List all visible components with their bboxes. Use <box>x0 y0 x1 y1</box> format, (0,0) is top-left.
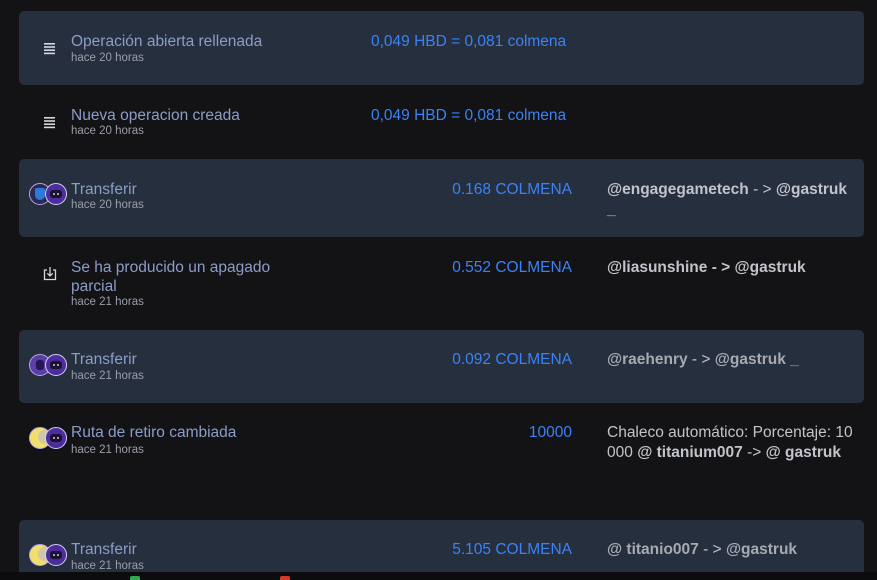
history-row: Transferir hace 21 horas 5.105 COLMENA @… <box>19 520 864 580</box>
from-account-link[interactable]: @engagegametech <box>607 181 749 198</box>
row-amount: 0,049 HBD = 0,081 colmena <box>371 107 567 124</box>
history-row: Ruta de retiro cambiada hace 21 horas 10… <box>19 403 864 520</box>
arrow-text: - > <box>703 541 722 558</box>
power-down-icon <box>43 266 57 281</box>
row-avatars <box>23 544 67 574</box>
arrow-text: -> <box>747 443 762 461</box>
to-account-link[interactable]: @ gastruk <box>766 444 841 461</box>
from-account-link[interactable]: @liasunshine <box>607 259 707 276</box>
arrow-text: - > <box>711 259 731 276</box>
to-account-link[interactable]: @gastruk <box>735 259 806 276</box>
row-detail: @liasunshine - > @gastruk <box>607 258 855 278</box>
row-title: Se ha producido un apagado parcial <box>71 259 271 295</box>
receiver-avatar[interactable] <box>45 354 67 376</box>
row-detail: @engagegametech - > @gastruk _ <box>607 180 855 219</box>
from-account-link[interactable]: @ titanio007 <box>607 541 699 558</box>
row-amount: 5.105 COLMENA <box>452 541 572 558</box>
row-avatars <box>23 354 67 384</box>
row-avatars <box>23 183 67 213</box>
order-list-icon <box>43 115 57 129</box>
row-icon-slot <box>23 107 67 137</box>
row-time: hace 20 horas <box>71 52 144 64</box>
row-title: Transferir <box>71 541 137 558</box>
order-list-icon <box>43 41 57 55</box>
history-row: Transferir hace 20 horas 0.168 COLMENA @… <box>19 159 864 237</box>
row-title: Operación abierta rellenada <box>71 33 263 50</box>
history-row: Transferir hace 21 horas 0.092 COLMENA @… <box>19 330 864 403</box>
row-title: Nueva operacion creada <box>71 107 240 124</box>
receiver-avatar[interactable] <box>45 427 67 449</box>
row-time: hace 20 horas <box>71 199 144 211</box>
arrow-text: - > <box>753 181 772 198</box>
row-time: hace 21 horas <box>71 370 144 382</box>
row-detail: Chaleco automático: Porcentaje: 10000 @ … <box>607 423 855 462</box>
to-account-link[interactable]: @gastruk _ <box>715 351 799 368</box>
from-account-link[interactable]: @raehenry <box>607 351 688 368</box>
row-amount: 0.092 COLMENA <box>452 351 572 368</box>
row-title: Transferir <box>71 351 137 368</box>
row-detail: @raehenry - > @gastruk _ <box>607 350 855 370</box>
receiver-avatar[interactable] <box>45 183 67 205</box>
row-detail: @ titanio007 - > @gastruk <box>607 540 855 560</box>
from-account-link[interactable]: @ titanium007 <box>637 444 743 461</box>
row-title: Ruta de retiro cambiada <box>71 424 237 441</box>
arrow-text: - > <box>691 351 711 368</box>
row-amount: 0.552 COLMENA <box>452 259 572 276</box>
row-amount: 10000 <box>528 424 572 441</box>
row-title: Transferir <box>71 181 137 198</box>
red-indicator-icon <box>280 576 290 580</box>
row-avatars <box>23 427 67 457</box>
history-row: Nueva operacion creada hace 20 horas 0,0… <box>19 85 864 159</box>
row-time: hace 21 horas <box>71 296 144 308</box>
row-time: hace 21 horas <box>71 444 144 456</box>
row-amount: 0,049 HBD = 0,081 colmena <box>371 33 567 50</box>
to-account-link[interactable]: @gastruk <box>726 541 797 558</box>
green-indicator-icon <box>130 576 140 580</box>
row-amount: 0.168 COLMENA <box>452 181 572 198</box>
history-row: Operación abierta rellenada hace 20 hora… <box>19 11 864 85</box>
receiver-avatar[interactable] <box>45 544 67 566</box>
history-row: Se ha producido un apagado parcial hace … <box>19 237 864 330</box>
row-time: hace 21 horas <box>71 560 144 572</box>
row-icon-slot <box>23 33 67 63</box>
row-icon-slot <box>23 259 67 289</box>
row-time: hace 20 horas <box>71 125 144 137</box>
taskbar-strip <box>0 572 877 580</box>
